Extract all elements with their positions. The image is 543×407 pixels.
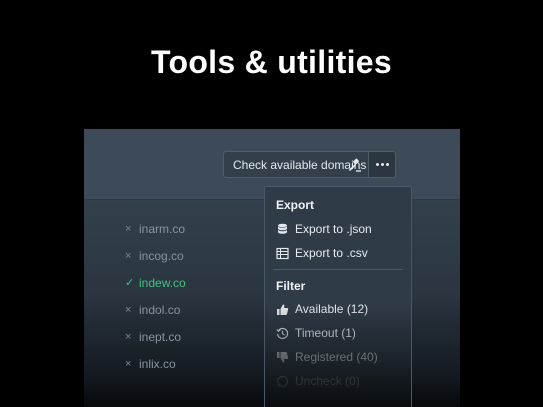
domain-row[interactable]: × indol.co	[125, 296, 186, 323]
domain-name: indol.co	[139, 302, 181, 317]
check-domains-label: Check available domains	[233, 157, 367, 172]
check-domains-button[interactable]: Check available domains	[223, 151, 369, 178]
domain-name: indew.co	[139, 275, 186, 290]
filter-registered-label: Registered (40)	[295, 350, 378, 364]
unavailable-icon: ×	[125, 330, 132, 343]
domain-row[interactable]: ✓ indew.co	[125, 269, 186, 296]
domain-list: × inarm.co × incog.co ✓ indew.co × indol…	[125, 215, 186, 377]
history-icon	[276, 327, 289, 339]
export-heading: Export	[276, 198, 315, 212]
export-json-label: Export to .json	[295, 222, 372, 236]
gavel-icon	[349, 158, 361, 172]
filter-uncheck-item[interactable]: Uncheck (0)	[276, 371, 360, 391]
thumbs-down-icon	[277, 351, 289, 362]
unavailable-icon: ×	[125, 249, 132, 262]
unavailable-icon: ×	[125, 357, 132, 370]
ellipsis-icon	[375, 163, 389, 166]
filter-registered-item[interactable]: Registered (40)	[276, 347, 378, 367]
filter-heading: Filter	[276, 279, 306, 293]
export-csv-item[interactable]: Export to .csv	[276, 243, 368, 263]
more-options-button[interactable]	[369, 151, 396, 178]
filter-timeout-item[interactable]: Timeout (1)	[276, 323, 356, 343]
table-icon	[276, 247, 289, 259]
check-icon: ✓	[125, 277, 135, 289]
domain-name: inarm.co	[139, 221, 186, 236]
slide-title: Tools & utilities	[151, 44, 392, 80]
export-csv-label: Export to .csv	[295, 246, 368, 260]
unavailable-icon: ×	[125, 303, 132, 316]
menu-divider	[273, 269, 403, 270]
thumbs-up-icon	[277, 304, 289, 315]
options-dropdown-menu: Export Export to .json Export to .csv Fi…	[264, 186, 412, 407]
unavailable-icon: ×	[125, 222, 132, 235]
export-json-item[interactable]: Export to .json	[276, 219, 372, 239]
circle-icon	[276, 375, 289, 387]
filter-available-label: Available (12)	[295, 302, 369, 316]
filter-available-item[interactable]: Available (12)	[276, 299, 368, 319]
app-panel: Check available domains × inarm.co × inc…	[84, 129, 460, 407]
domain-name: inlix.co	[139, 356, 176, 371]
filter-timeout-label: Timeout (1)	[295, 326, 356, 340]
domain-row[interactable]: × incog.co	[125, 242, 186, 269]
database-icon	[278, 223, 287, 234]
domain-row[interactable]: × inlix.co	[125, 350, 186, 377]
domain-row[interactable]: × inarm.co	[125, 215, 186, 242]
domain-row[interactable]: × inept.co	[125, 323, 186, 350]
domain-name: inept.co	[139, 329, 182, 344]
filter-uncheck-label: Uncheck (0)	[295, 374, 360, 388]
domain-name: incog.co	[139, 248, 184, 263]
